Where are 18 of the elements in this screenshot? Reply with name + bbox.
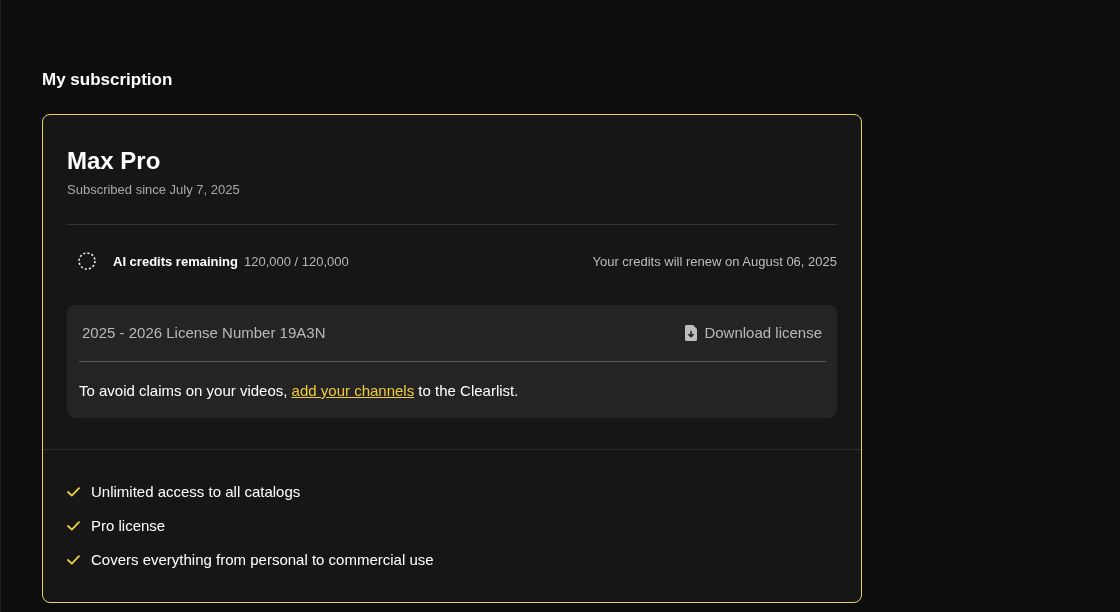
- check-icon: [67, 487, 80, 497]
- dashed-ring-icon: [78, 252, 96, 270]
- credits-label: AI credits remaining: [113, 253, 238, 269]
- feature-text: Unlimited access to all catalogs: [91, 482, 301, 502]
- subscribed-since-text: Subscribed since July 7, 2025: [67, 181, 241, 199]
- section-heading: My subscription: [42, 70, 174, 90]
- credits-value: 120,000 / 120,000: [244, 253, 349, 269]
- license-number: 2025 - 2026 License Number 19A3N: [82, 323, 326, 343]
- check-icon: [67, 555, 80, 565]
- download-license-button[interactable]: Download license: [685, 323, 822, 343]
- add-channels-link[interactable]: add your channels: [291, 382, 415, 399]
- clearlist-note: To avoid claims on your videos, add your channels to the Clearlist.: [79, 381, 520, 401]
- file-download-icon: [685, 325, 698, 341]
- check-icon: [67, 521, 80, 531]
- feature-text: Pro license: [91, 516, 166, 536]
- renewal-text: Your credits will renew on August 06, 2025: [592, 253, 837, 269]
- feature-text: Covers everything from personal to commercial use: [91, 550, 434, 570]
- plan-title: Max Pro: [67, 147, 162, 175]
